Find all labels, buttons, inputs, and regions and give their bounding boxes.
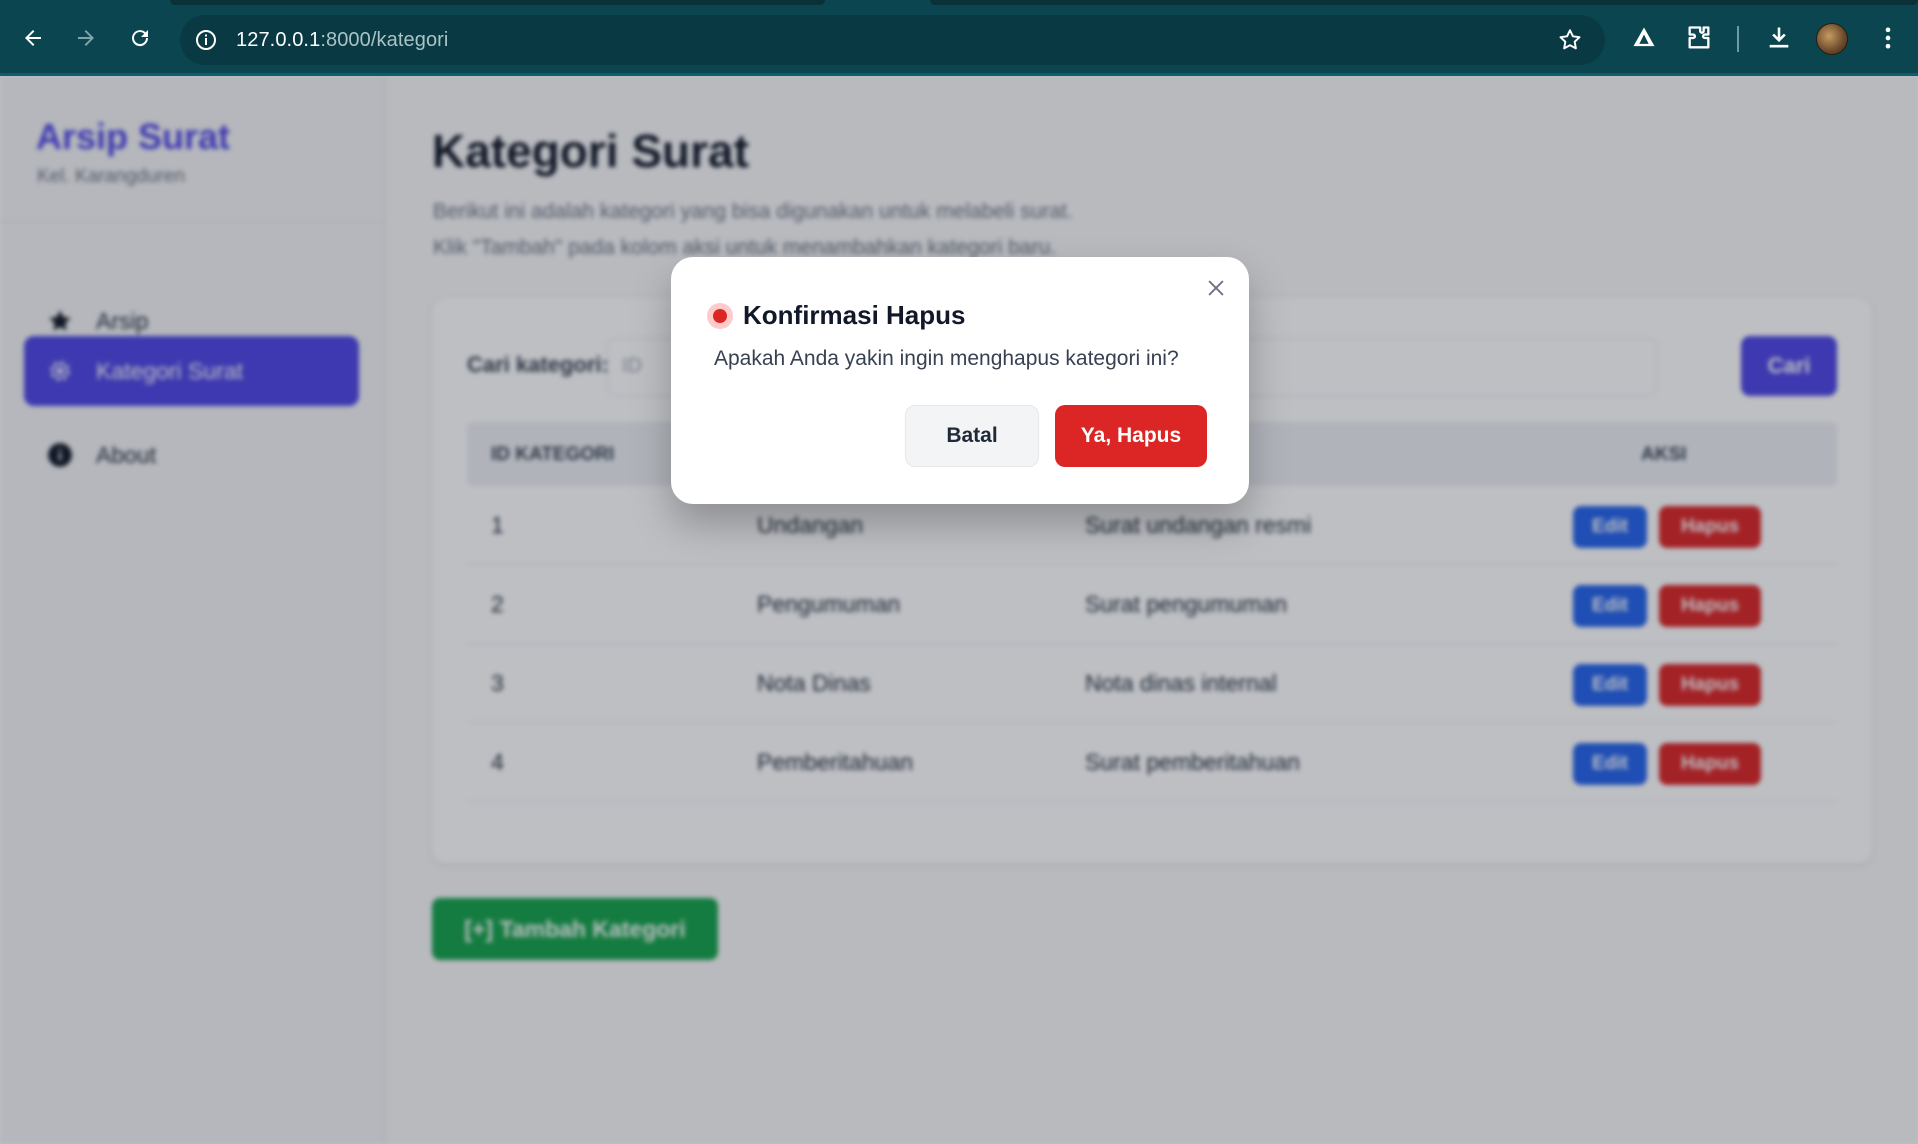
- forward-button[interactable]: [68, 20, 104, 56]
- tab-strip-edge: [930, 0, 1918, 5]
- modal-title: Konfirmasi Hapus: [743, 300, 966, 330]
- reload-button[interactable]: [122, 20, 158, 56]
- bookmark-star-icon[interactable]: [1557, 27, 1583, 53]
- reload-icon: [132, 30, 149, 47]
- modal-message: Apakah Anda yakin ingin menghapus katego…: [714, 347, 1179, 370]
- delete-confirm-modal: Konfirmasi Hapus Apakah Anda yakin ingin…: [671, 257, 1249, 504]
- profile-avatar[interactable]: [1816, 23, 1848, 55]
- back-button[interactable]: [15, 20, 51, 56]
- close-icon[interactable]: [1205, 277, 1227, 299]
- arrow-left-icon: [25, 30, 41, 46]
- extensions-puzzle-icon[interactable]: [1685, 24, 1713, 52]
- cancel-button[interactable]: Batal: [905, 405, 1039, 467]
- more-menu-icon[interactable]: [1874, 24, 1902, 52]
- address-bar[interactable]: 127.0.0.1:8000/kategori: [180, 15, 1605, 65]
- tab-strip-edge: [170, 0, 825, 5]
- page-viewport: Arsip Surat Kel. Karangduren Arsip Kateg…: [0, 76, 1918, 1144]
- drive-extension-icon[interactable]: [1630, 24, 1658, 52]
- download-icon[interactable]: [1765, 24, 1793, 52]
- browser-toolbar: 127.0.0.1:8000/kategori: [0, 0, 1918, 76]
- confirm-delete-button[interactable]: Ya, Hapus: [1055, 405, 1207, 467]
- modal-backdrop[interactable]: [0, 76, 1918, 1144]
- arrow-right-icon: [78, 30, 94, 46]
- url-text: 127.0.0.1:8000/kategori: [236, 29, 449, 51]
- site-info-icon[interactable]: [194, 28, 218, 52]
- warning-dot-icon: [707, 303, 733, 329]
- toolbar-separator: [1737, 26, 1739, 52]
